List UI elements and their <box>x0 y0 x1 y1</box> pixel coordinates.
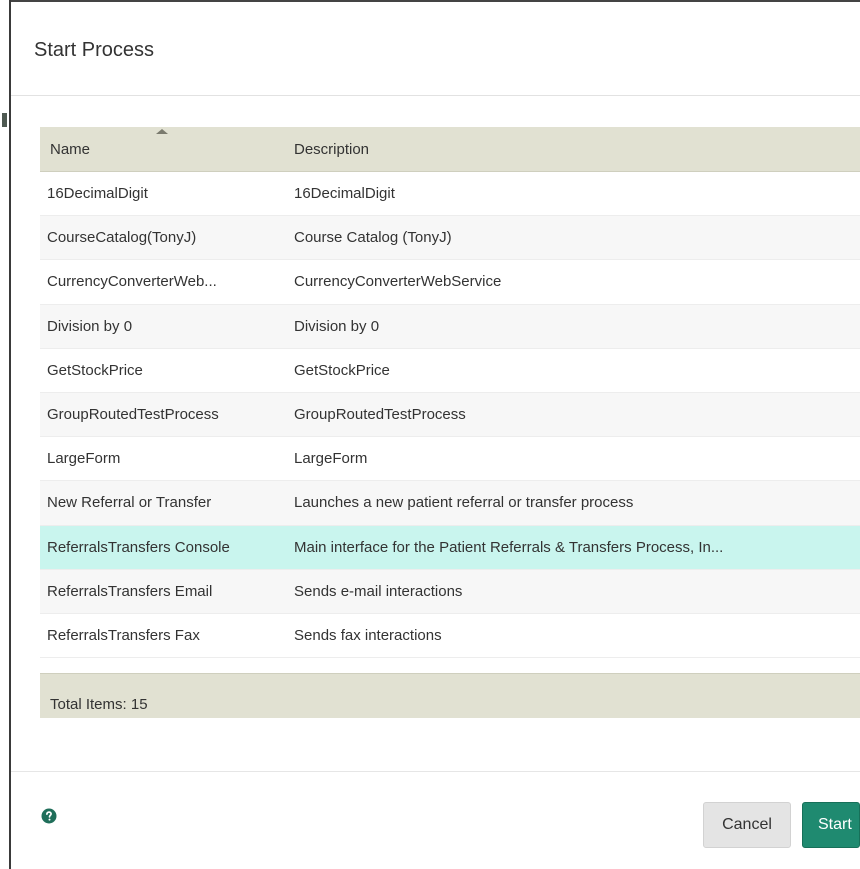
process-grid: Name Description 16DecimalDigit 16Decimal… <box>40 127 860 718</box>
process-description-cell: Launches a new patient referral or trans… <box>294 494 634 512</box>
process-description-cell: CurrencyConverterWebService <box>294 273 502 291</box>
column-header-description[interactable]: Description <box>294 141 369 158</box>
table-row[interactable]: ReferralsTransfers Fax Sends fax interact… <box>40 613 860 659</box>
dialog-title: Start Process <box>34 39 155 61</box>
process-name-cell: LargeForm <box>47 450 121 468</box>
table-row[interactable]: GroupRoutedTestProcess GroupRoutedTestPro… <box>40 392 860 438</box>
start-process-dialog: Start Process Name Description 16Decimal… <box>11 0 860 869</box>
grid-header: Name Description <box>40 127 860 172</box>
process-name-cell: ReferralsTransfers Email <box>47 582 213 600</box>
process-description-cell: Sends fax interactions <box>294 626 442 644</box>
dialog-header: Start Process <box>11 2 860 96</box>
column-header-name[interactable]: Name <box>50 141 90 158</box>
process-description-cell: 16DecimalDigit <box>294 185 395 202</box>
table-row[interactable]: CurrencyConverterWeb... CurrencyConverter… <box>40 260 860 305</box>
process-name-cell: GroupRoutedTestProcess <box>47 405 219 423</box>
screen: Start Process Name Description 16Decimal… <box>0 0 860 869</box>
process-description-cell: LargeForm <box>294 450 368 468</box>
background-window-marker <box>2 113 7 127</box>
sort-ascending-icon <box>156 129 168 134</box>
process-name-cell: ReferralsTransfers Console <box>47 538 230 556</box>
process-name-cell: ReferralsTransfers Fax <box>47 626 200 644</box>
total-items-count: Total Items: 15 <box>50 696 148 713</box>
background-window-edge <box>0 0 11 869</box>
grid-body: 16DecimalDigit 16DecimalDigit CourseCatalo… <box>40 172 860 659</box>
table-row[interactable]: LargeForm LargeForm <box>40 437 860 482</box>
process-description-cell: Course Catalog (TonyJ) <box>294 229 452 247</box>
process-name-cell: New Referral or Transfer <box>47 494 212 512</box>
table-row[interactable]: Division by 0 Division by 0 <box>40 304 860 349</box>
process-description-cell: Sends e-mail interactions <box>294 582 463 600</box>
process-name-cell: Division by 0 <box>47 317 133 335</box>
footer-divider <box>11 771 860 772</box>
process-description-cell: Main interface for the Patient Referrals… <box>294 538 724 556</box>
start-button[interactable]: Start <box>802 802 860 848</box>
cancel-button[interactable]: Cancel <box>703 802 791 848</box>
table-row[interactable]: ReferralsTransfers Email Sends e-mail int… <box>40 569 860 614</box>
table-row[interactable]: GetStockPrice GetStockPrice <box>40 348 860 393</box>
process-name-cell: CurrencyConverterWeb... <box>47 273 217 291</box>
table-row[interactable]: ReferralsTransfers Console Main interface… <box>40 525 860 570</box>
grid-footer: Total Items: 15 <box>40 673 860 718</box>
help-circle-icon[interactable] <box>41 808 57 824</box>
process-description-cell: GroupRoutedTestProcess <box>294 405 466 423</box>
process-description-cell: GetStockPrice <box>294 361 390 379</box>
process-name-cell: CourseCatalog(TonyJ) <box>47 229 197 247</box>
table-row[interactable]: CourseCatalog(TonyJ) Course Catalog (Tony… <box>40 216 860 261</box>
process-name-cell: 16DecimalDigit <box>47 185 148 202</box>
table-row[interactable]: 16DecimalDigit 16DecimalDigit <box>40 172 860 217</box>
table-row[interactable]: New Referral or Transfer Launches a new p… <box>40 481 860 526</box>
process-description-cell: Division by 0 <box>294 317 380 335</box>
process-name-cell: GetStockPrice <box>47 361 143 379</box>
